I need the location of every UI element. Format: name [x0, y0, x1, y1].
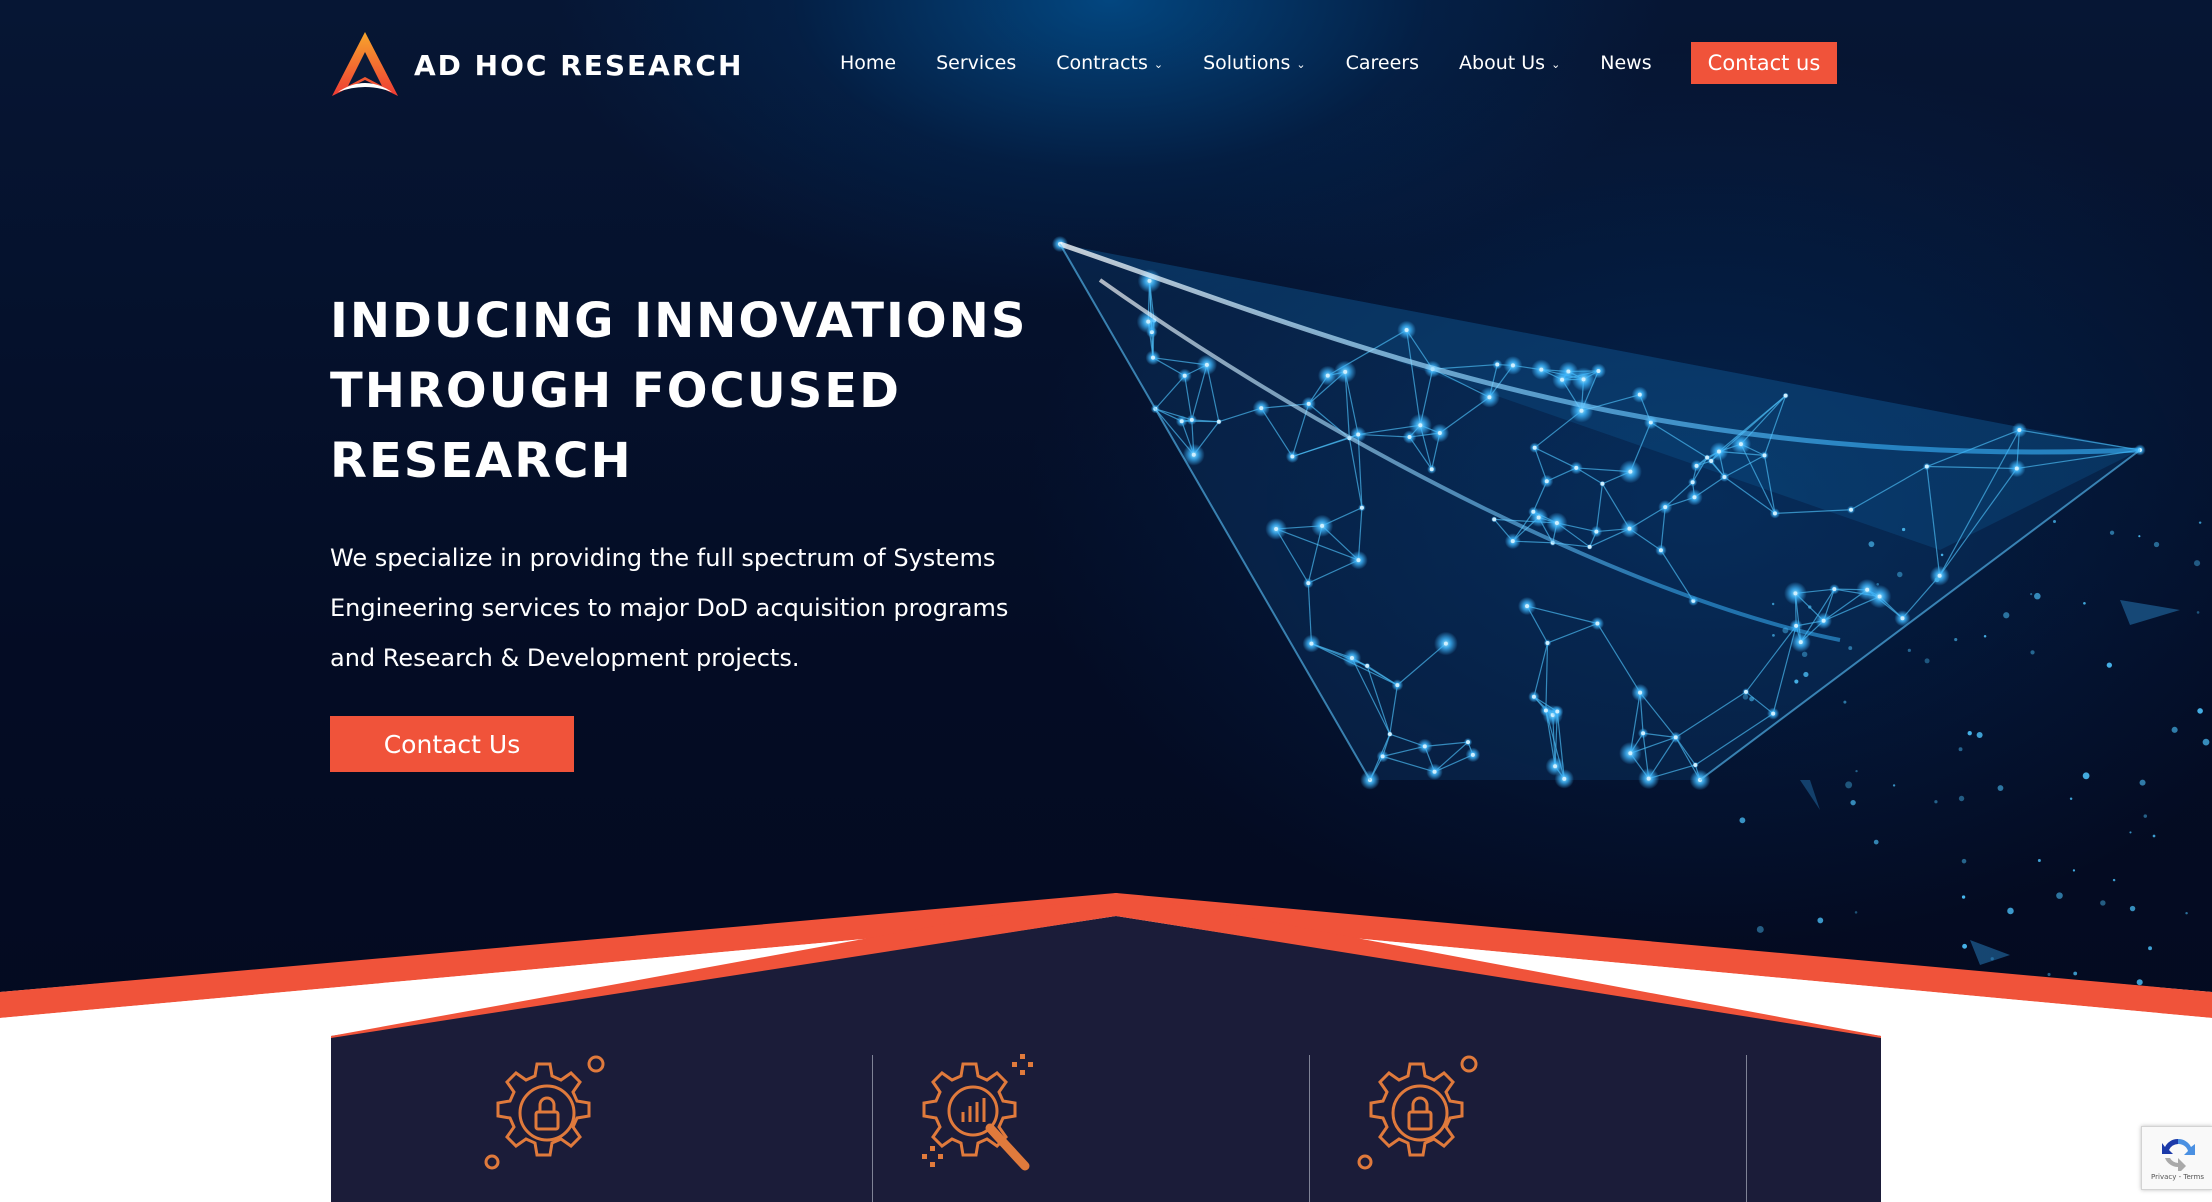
nav-services-label: Services	[936, 52, 1017, 74]
hero-headline-line: THROUGH FOCUSED	[330, 363, 901, 419]
gear-lock-icon	[484, 1055, 605, 1170]
feature-divider	[1746, 1055, 1747, 1202]
nav-services[interactable]: Services	[936, 52, 1016, 74]
nav-contracts-label: Contracts	[1056, 52, 1148, 74]
gear-magnifier-chart-icon	[922, 1054, 1033, 1171]
hero-description-line: and Research & Development projects.	[330, 644, 800, 672]
feature-divider	[872, 1055, 873, 1202]
nav-about-us-label: About Us	[1459, 52, 1546, 74]
hero-description-line: We specialize in providing the full spec…	[330, 544, 996, 572]
contact-us-nav-button[interactable]: Contact us	[1691, 42, 1837, 84]
recaptcha-icon	[2161, 1138, 2195, 1171]
nav-careers-label: Careers	[1345, 52, 1420, 74]
hero-headline-line: INDUCING INNOVATIONS	[330, 293, 1028, 349]
nav-home-label: Home	[840, 52, 897, 74]
logo-icon	[332, 32, 398, 96]
nav-news-label: News	[1600, 52, 1652, 74]
hero-description-line: Engineering services to major DoD acquis…	[330, 594, 1009, 622]
nav-contracts[interactable]: Contracts ⌄	[1056, 52, 1163, 74]
nav-solutions[interactable]: Solutions ⌄	[1203, 52, 1306, 74]
recaptcha-badge[interactable]: Privacy - Terms	[2141, 1126, 2212, 1190]
feature-divider	[1309, 1055, 1310, 1202]
brand-name: AD HOC RESEARCH	[414, 48, 744, 82]
brand-logo[interactable]: AD HOC RESEARCH	[330, 30, 743, 100]
nav-careers[interactable]: Careers	[1346, 52, 1419, 74]
chevron-down-icon: ⌄	[1153, 57, 1164, 71]
nav-home[interactable]: Home	[840, 52, 896, 74]
gear-lock-icon	[1357, 1055, 1478, 1170]
hero-headline-line: RESEARCH	[330, 433, 633, 489]
nav-about-us[interactable]: About Us ⌄	[1459, 52, 1560, 74]
nav-news[interactable]: News	[1600, 52, 1651, 74]
nav-solutions-label: Solutions	[1203, 52, 1291, 74]
main-nav: Home Services Contracts ⌄ Solutions ⌄ Ca…	[840, 42, 1692, 84]
chevron-down-icon: ⌄	[1296, 57, 1306, 71]
chevron-down-icon: ⌄	[1551, 57, 1561, 71]
hero-description: We specialize in providing the full spec…	[330, 533, 1050, 683]
hero-headline: INDUCING INNOVATIONS THROUGH FOCUSED RES…	[330, 286, 1090, 496]
recaptcha-links[interactable]: Privacy - Terms	[2151, 1173, 2204, 1181]
contact-us-hero-button[interactable]: Contact Us	[330, 716, 574, 772]
